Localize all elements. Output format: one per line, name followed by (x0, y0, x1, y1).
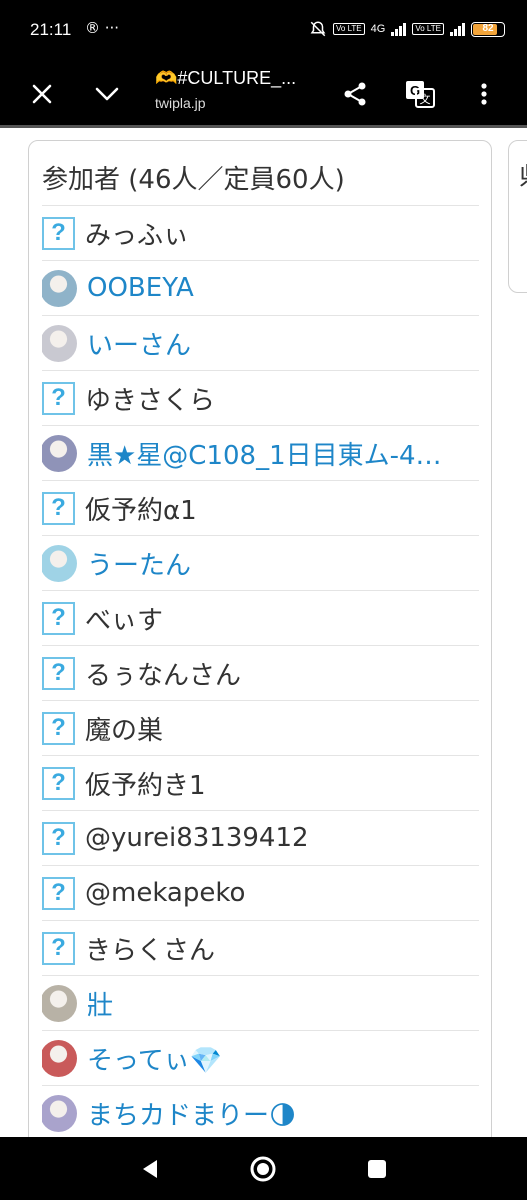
participant-name: きらくさん (85, 935, 216, 966)
volte-badge-1: Vo LTE (333, 23, 365, 35)
title-emoji: 🫶 (155, 68, 178, 88)
more-options-button[interactable] (462, 62, 506, 125)
recents-icon (368, 1159, 386, 1178)
participant-row: ? 魔の巣 (42, 700, 479, 755)
participant-link[interactable]: OOBEYA (87, 273, 194, 303)
unknown-user-icon: ? (42, 766, 75, 800)
unknown-user-icon: ? (42, 656, 75, 690)
participant-row[interactable]: いーさん (42, 315, 479, 370)
participant-name: 仮予約α1 (85, 495, 197, 526)
status-notification-icons: ® ··· (85, 19, 120, 37)
avatar[interactable] (42, 324, 77, 362)
navigation-bar (0, 1137, 527, 1200)
signal-icon-1 (391, 22, 407, 36)
next-panel: 県 (508, 140, 527, 293)
participant-link[interactable]: うーたん (87, 545, 191, 582)
unknown-user-icon: ? (42, 821, 75, 855)
participant-name: ゆきさくら (85, 385, 216, 416)
unknown-user-icon: ? (42, 601, 75, 635)
participant-row[interactable]: うーたん (42, 535, 479, 590)
page-url[interactable]: twipla.jp (155, 95, 206, 111)
participant-row: ? きらくさん (42, 920, 479, 975)
back-icon (143, 1159, 157, 1178)
status-right-icons: Vo LTE 4G Vo LTE 82 (309, 20, 505, 38)
status-time: 21:11 (30, 20, 72, 39)
participant-name: るぅなんさん (85, 660, 242, 691)
battery-level: 82 (482, 22, 494, 34)
participant-row[interactable]: OOBEYA (42, 260, 479, 315)
participant-link[interactable]: まちカドまりー🌗 (87, 1095, 296, 1132)
participant-name: 仮予約き1 (85, 770, 206, 801)
participant-row[interactable]: 黒★星@C108_1日目東ム-4… (42, 425, 479, 480)
status-bar: 21:11 ® ··· Vo LTE 4G Vo LTE 82 (0, 0, 527, 62)
unknown-user-icon: ? (42, 491, 75, 525)
more-vert-icon (481, 82, 487, 105)
avatar[interactable] (42, 434, 77, 472)
share-button[interactable] (333, 62, 377, 125)
signal-icon-2 (450, 22, 465, 36)
participants-list: ? みっふぃ OOBEYA いーさん? ゆきさくら 黒★星@C108_1日目東ム-4…? 仮… (42, 205, 479, 1137)
avatar[interactable] (42, 1094, 77, 1132)
avatar[interactable] (42, 984, 77, 1022)
participant-row[interactable]: そってぃ💎 (42, 1030, 479, 1085)
participant-row: ? @yurei83139412 (42, 810, 479, 865)
avatar[interactable] (42, 544, 77, 582)
participant-name: 魔の巣 (85, 715, 164, 746)
participant-row: ? ゆきさくら (42, 370, 479, 425)
unknown-user-icon: ? (42, 381, 75, 415)
participant-name: @mekapeko (85, 878, 246, 908)
battery-icon: 82 (471, 21, 505, 37)
participant-link[interactable]: 黒★星@C108_1日目東ム-4… (87, 435, 442, 472)
home-button[interactable] (241, 1137, 285, 1200)
home-icon (250, 1156, 276, 1181)
translate-icon: G 文 (406, 80, 435, 108)
translate-button[interactable]: G 文 (398, 62, 442, 125)
participant-name: @yurei83139412 (85, 823, 309, 853)
participant-row: ? 仮予約α1 (42, 480, 479, 535)
participant-row: ? 仮予約き1 (42, 755, 479, 810)
avatar[interactable] (42, 269, 77, 307)
volte-badge-2: Vo LTE (412, 23, 444, 35)
page-title-text: #CULTURE_... (177, 68, 297, 88)
participants-panel: 参加者 (46人／定員60人) ? みっふぃ OOBEYA いーさん? ゆきさくら 黒★星… (28, 140, 492, 1137)
participant-row: ? るぅなんさん (42, 645, 479, 700)
participant-row: ? べぃす (42, 590, 479, 645)
browser-toolbar: 🫶#CULTURE_... twipla.jp G 文 (0, 62, 527, 125)
page-content[interactable]: 参加者 (46人／定員60人) ? みっふぃ OOBEYA いーさん? ゆきさくら 黒★星… (0, 129, 527, 1137)
unknown-user-icon: ? (42, 711, 75, 745)
participant-row: ? みっふぃ (42, 205, 479, 260)
participant-name: べぃす (85, 605, 164, 636)
participant-link[interactable]: 壯 (87, 985, 113, 1022)
share-icon (344, 82, 366, 105)
next-panel-title: 県 (519, 156, 527, 193)
avatar[interactable] (42, 1039, 77, 1077)
back-button[interactable] (128, 1137, 172, 1200)
close-button[interactable] (20, 62, 64, 125)
mute-bell-icon (310, 21, 326, 37)
network-4g-label: 4G (370, 23, 386, 35)
participant-row[interactable]: まちカドまりー🌗 (42, 1085, 479, 1137)
chevron-down-icon (95, 87, 119, 100)
recents-button[interactable] (355, 1137, 399, 1200)
close-icon (32, 84, 52, 103)
page-title[interactable]: 🫶#CULTURE_... (155, 68, 296, 89)
unknown-user-icon: ? (42, 876, 75, 910)
participant-link[interactable]: そってぃ💎 (87, 1040, 222, 1077)
collapse-button[interactable] (84, 62, 130, 125)
participant-row[interactable]: 壯 (42, 975, 479, 1030)
participant-name: みっふぃ (85, 220, 190, 251)
divider-line (0, 125, 527, 128)
unknown-user-icon: ? (42, 216, 75, 250)
svg-text:文: 文 (420, 92, 431, 106)
unknown-user-icon: ? (42, 931, 75, 965)
participant-row: ? @mekapeko (42, 865, 479, 920)
participants-title: 参加者 (46人／定員60人) (42, 165, 345, 195)
participant-link[interactable]: いーさん (87, 325, 191, 362)
